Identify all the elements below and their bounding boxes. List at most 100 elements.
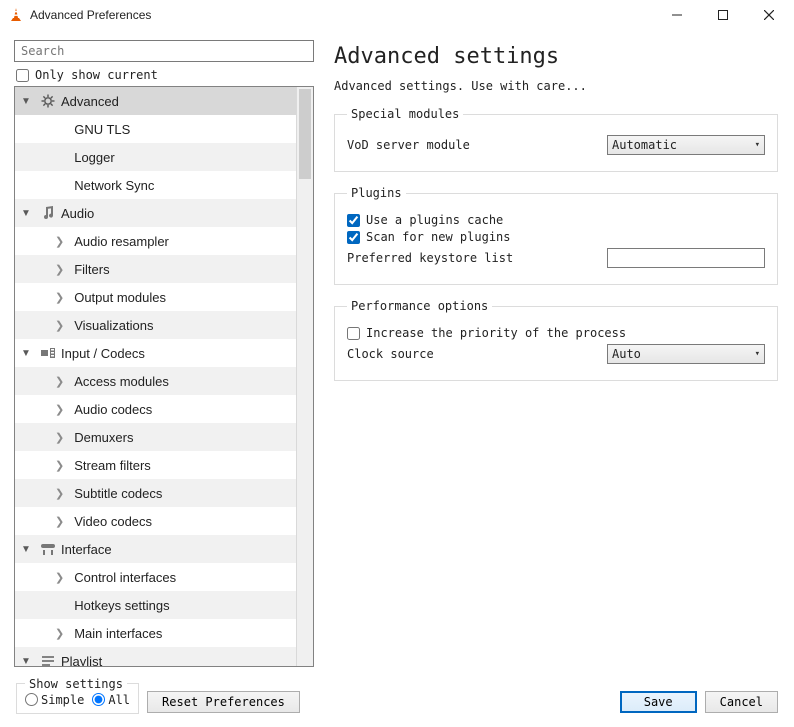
plugins-legend: Plugins	[347, 186, 406, 200]
chevron-right-icon: ❯	[55, 403, 64, 416]
vod-server-select[interactable]: Automatic ▾	[607, 135, 765, 155]
cancel-button[interactable]: Cancel	[705, 691, 778, 713]
performance-group: Performance options Increase the priorit…	[334, 299, 778, 381]
tree-item-gnu-tls[interactable]: ❯GNU TLS	[15, 115, 296, 143]
tree-item-advanced[interactable]: ▼ Advanced	[15, 87, 296, 115]
chevron-down-icon: ▼	[15, 348, 37, 359]
clock-source-label: Clock source	[347, 347, 587, 361]
interface-icon	[37, 541, 59, 557]
search-input[interactable]	[14, 40, 314, 62]
tree-item-audio-codecs[interactable]: ❯Audio codecs	[15, 395, 296, 423]
window-title: Advanced Preferences	[30, 8, 151, 22]
simple-radio-row[interactable]: Simple	[25, 693, 84, 707]
tree-view: ▼ Advanced ❯GNU TLS ❯Logger ❯Network Syn…	[14, 86, 314, 667]
titlebar: Advanced Preferences	[0, 0, 794, 30]
left-panel: Only show current ▼ Advanced ❯GNU TLS ❯L…	[0, 30, 320, 677]
vod-server-label: VoD server module	[347, 138, 587, 152]
maximize-button[interactable]	[700, 0, 746, 30]
tree-item-audio-resampler[interactable]: ❯Audio resampler	[15, 227, 296, 255]
increase-priority-label: Increase the priority of the process	[366, 326, 626, 340]
scan-new-plugins-row[interactable]: Scan for new plugins	[347, 230, 765, 244]
chevron-right-icon: ❯	[55, 375, 64, 388]
use-plugins-cache-label: Use a plugins cache	[366, 213, 503, 227]
footer: Show settings Simple All Reset Preferenc…	[0, 677, 794, 727]
chevron-right-icon: ❯	[55, 487, 64, 500]
clock-source-select[interactable]: Auto ▾	[607, 344, 765, 364]
use-plugins-cache-row[interactable]: Use a plugins cache	[347, 213, 765, 227]
reset-preferences-button[interactable]: Reset Preferences	[147, 691, 300, 713]
chevron-right-icon: ❯	[55, 291, 64, 304]
tree-item-network-sync[interactable]: ❯Network Sync	[15, 171, 296, 199]
chevron-right-icon: ❯	[55, 627, 64, 640]
scan-new-plugins-checkbox[interactable]	[347, 231, 360, 244]
all-radio-row[interactable]: All	[92, 693, 130, 707]
close-button[interactable]	[746, 0, 792, 30]
tree-item-main-interfaces[interactable]: ❯Main interfaces	[15, 619, 296, 647]
tree-item-stream-filters[interactable]: ❯Stream filters	[15, 451, 296, 479]
tree-item-playlist[interactable]: ▼ Playlist	[15, 647, 296, 666]
chevron-down-icon: ▼	[15, 208, 37, 219]
scrollbar-thumb[interactable]	[299, 89, 311, 179]
chevron-right-icon: ❯	[55, 515, 64, 528]
minimize-button[interactable]	[654, 0, 700, 30]
show-settings-legend: Show settings	[25, 677, 127, 691]
chevron-right-icon: ❯	[55, 235, 64, 248]
maximize-icon	[718, 10, 728, 20]
tree-item-interface[interactable]: ▼ Interface	[15, 535, 296, 563]
tree-item-demuxers[interactable]: ❯Demuxers	[15, 423, 296, 451]
chevron-down-icon: ▼	[15, 544, 37, 555]
show-settings-group: Show settings Simple All	[16, 677, 139, 714]
tree-item-control-interfaces[interactable]: ❯Control interfaces	[15, 563, 296, 591]
tree-item-subtitle-codecs[interactable]: ❯Subtitle codecs	[15, 479, 296, 507]
tree-item-audio[interactable]: ▼ Audio	[15, 199, 296, 227]
close-icon	[764, 10, 774, 20]
use-plugins-cache-checkbox[interactable]	[347, 214, 360, 227]
tree-item-visualizations[interactable]: ❯Visualizations	[15, 311, 296, 339]
gear-icon	[37, 93, 59, 109]
save-button[interactable]: Save	[620, 691, 697, 713]
plugins-group: Plugins Use a plugins cache Scan for new…	[334, 186, 778, 285]
tree-item-logger[interactable]: ❯Logger	[15, 143, 296, 171]
music-note-icon	[37, 205, 59, 221]
chevron-down-icon: ▼	[15, 96, 37, 107]
right-panel: Advanced settings Advanced settings. Use…	[320, 30, 794, 677]
simple-radio[interactable]	[25, 693, 38, 706]
all-radio[interactable]	[92, 693, 105, 706]
chevron-right-icon: ❯	[55, 263, 64, 276]
app-icon	[8, 7, 24, 23]
minimize-icon	[672, 10, 682, 20]
special-modules-group: Special modules VoD server module Automa…	[334, 107, 778, 172]
only-show-current-row[interactable]: Only show current	[14, 68, 314, 82]
only-show-current-checkbox[interactable]	[16, 69, 29, 82]
increase-priority-checkbox[interactable]	[347, 327, 360, 340]
vod-server-value: Automatic	[612, 138, 677, 152]
increase-priority-row[interactable]: Increase the priority of the process	[347, 326, 765, 340]
vlc-cone-icon	[8, 7, 24, 23]
clock-source-value: Auto	[612, 347, 641, 361]
chevron-right-icon: ❯	[55, 571, 64, 584]
scrollbar[interactable]	[296, 87, 313, 666]
performance-legend: Performance options	[347, 299, 492, 313]
tree-item-output-modules[interactable]: ❯Output modules	[15, 283, 296, 311]
chevron-right-icon: ❯	[55, 431, 64, 444]
tree-label: Advanced	[59, 94, 119, 109]
tree-item-input-codecs[interactable]: ▼ Input / Codecs	[15, 339, 296, 367]
keystore-label: Preferred keystore list	[347, 251, 587, 265]
tree-item-access-modules[interactable]: ❯Access modules	[15, 367, 296, 395]
scan-new-plugins-label: Scan for new plugins	[366, 230, 511, 244]
only-show-current-label: Only show current	[35, 68, 158, 82]
page-title: Advanced settings	[334, 44, 778, 69]
playlist-icon	[37, 653, 59, 666]
dropdown-arrow-icon: ▾	[755, 349, 760, 359]
chevron-right-icon: ❯	[55, 459, 64, 472]
page-subtitle: Advanced settings. Use with care...	[334, 79, 778, 93]
tree-item-video-codecs[interactable]: ❯Video codecs	[15, 507, 296, 535]
dropdown-arrow-icon: ▾	[755, 140, 760, 150]
tree-item-filters[interactable]: ❯Filters	[15, 255, 296, 283]
special-modules-legend: Special modules	[347, 107, 463, 121]
tree-item-hotkeys-settings[interactable]: ❯Hotkeys settings	[15, 591, 296, 619]
keystore-input[interactable]	[607, 248, 765, 268]
input-codecs-icon	[37, 345, 59, 361]
chevron-down-icon: ▼	[15, 656, 37, 667]
chevron-right-icon: ❯	[55, 319, 64, 332]
